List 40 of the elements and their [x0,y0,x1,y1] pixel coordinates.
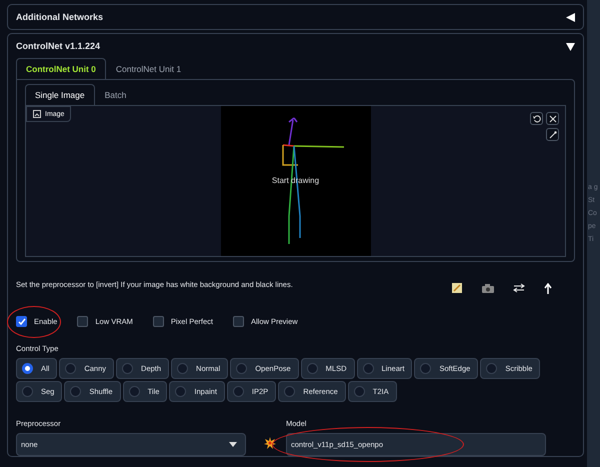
image-icon [33,110,41,118]
undo-button[interactable] [530,112,543,125]
radio-button[interactable] [354,386,365,397]
swap-arrows-icon [513,283,525,293]
radio-button[interactable] [65,363,76,374]
checkbox-box[interactable] [232,316,244,327]
close-icon [548,114,556,122]
radio-button[interactable] [122,363,134,374]
brush-button[interactable] [546,128,559,141]
explosion-icon [264,437,276,449]
brush-icon [548,130,556,138]
tab[interactable]: ControlNet Unit 1 [106,58,192,79]
accordion-title[interactable]: Additional Networks [16,12,104,22]
radio-button[interactable] [232,386,244,397]
radio-button[interactable] [362,363,374,374]
radio-button[interactable] [70,386,82,397]
checkbox-box[interactable] [77,316,88,327]
checkmark-icon [18,318,26,326]
radio-button[interactable] [22,386,33,397]
checkbox-box[interactable] [16,316,27,327]
radio-button[interactable] [486,363,498,374]
radio-button[interactable] [175,386,186,397]
checkbox-box[interactable] [152,316,164,327]
radio-button[interactable] [284,386,296,397]
radio-button[interactable] [177,363,188,374]
radio-button[interactable] [236,363,248,374]
camera-icon [481,282,495,294]
radio-button[interactable] [22,363,33,374]
close-button[interactable] [546,112,559,125]
tab[interactable]: ControlNet Unit 0 [16,58,106,79]
radio-button[interactable] [128,386,140,397]
tab[interactable]: Batch [94,84,136,105]
radio-button[interactable] [306,363,318,374]
undo-icon [532,114,540,122]
notepad-icon [451,282,463,294]
radio-button[interactable] [420,363,432,374]
annotation-ellipse [7,306,61,338]
up-arrow-icon [543,282,553,294]
dropdown-caret-icon [229,442,237,447]
accordion-title[interactable]: ControlNet v1.1.224 [16,41,100,51]
